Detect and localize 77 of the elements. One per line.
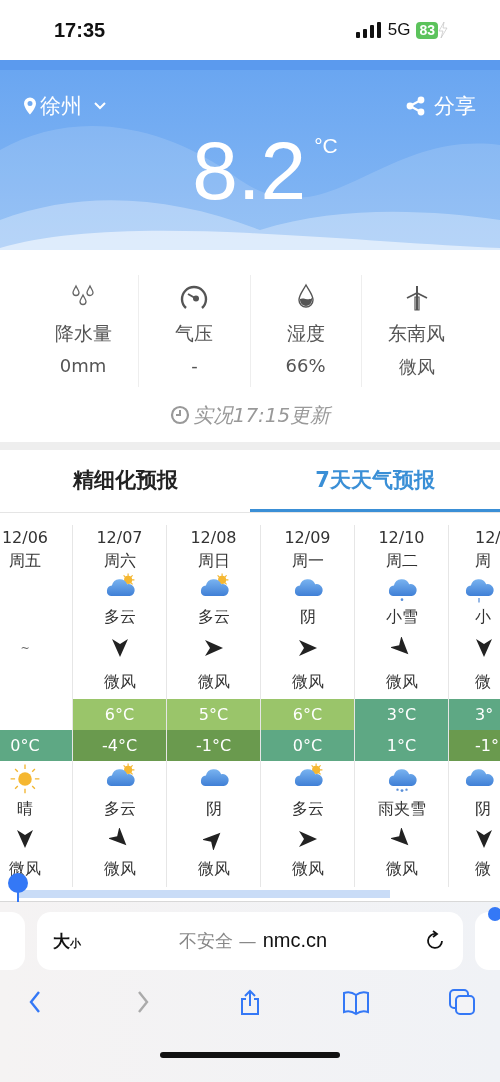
high-temperature: 6°C bbox=[261, 699, 354, 730]
weather-label: 阴 bbox=[299, 606, 316, 628]
wind-level: 微风 bbox=[197, 671, 230, 693]
share-icon[interactable] bbox=[406, 96, 426, 116]
stat-value: 微风 bbox=[398, 355, 435, 379]
wind-arrow-icon bbox=[14, 828, 36, 850]
domain-text: nmc.cn bbox=[262, 929, 328, 953]
wind-level: 微 bbox=[475, 858, 491, 880]
high-temperature: 3° bbox=[449, 699, 500, 730]
wind-level: 微风 bbox=[385, 858, 418, 880]
wind-level: 微 bbox=[475, 671, 491, 693]
next-tab-preview[interactable] bbox=[475, 912, 500, 970]
low-temperature: 1°C bbox=[355, 730, 448, 761]
forecast-weekday: 周 bbox=[475, 550, 491, 572]
weather-label: 多云 bbox=[197, 606, 230, 628]
wind-level: 微风 bbox=[385, 671, 418, 693]
low-temperature: 0°C bbox=[0, 730, 72, 761]
wind-arrow-icon bbox=[296, 828, 319, 850]
forecast-date: 12/ bbox=[475, 527, 500, 547]
forecast-weekday: 周五 bbox=[9, 550, 41, 572]
wind-level: 微风 bbox=[291, 671, 324, 693]
wind-level: 微风 bbox=[103, 858, 136, 880]
bookmarks-button[interactable] bbox=[342, 988, 370, 1016]
weather-label: 小雪 bbox=[385, 606, 418, 628]
wind-level: 微风 bbox=[197, 858, 230, 880]
weather-label: 雨夹雪 bbox=[377, 798, 426, 820]
stat-label: 湿度 bbox=[286, 321, 325, 346]
wind-arrow-icon bbox=[296, 637, 319, 659]
stat-label: 气压 bbox=[175, 321, 214, 346]
clock-icon bbox=[169, 405, 190, 425]
wind-level: 微风 bbox=[103, 671, 136, 693]
low-temperature: -4°C bbox=[73, 730, 166, 761]
forecast-date: 12/10 bbox=[378, 527, 425, 547]
high-temperature: 5°C bbox=[167, 699, 260, 730]
empty-mark: ~ bbox=[20, 641, 30, 655]
weather-label: 小 bbox=[475, 606, 491, 628]
stat-value: 66% bbox=[285, 355, 326, 376]
forecast-date: 12/09 bbox=[284, 527, 331, 547]
temperature-unit: °C bbox=[314, 134, 338, 158]
network-label: 5G bbox=[387, 20, 411, 40]
forecast-date: 12/07 bbox=[96, 527, 143, 547]
wind-arrow-icon bbox=[473, 828, 495, 850]
forecast-date: 12/08 bbox=[190, 527, 237, 547]
weather-label: 阴 bbox=[475, 798, 491, 820]
high-temperature: 3°C bbox=[355, 699, 448, 730]
stat-value: 0mm bbox=[59, 355, 107, 376]
forecast-weekday: 周二 bbox=[385, 550, 418, 572]
forecast-tab[interactable]: 精细化预报 bbox=[0, 450, 250, 512]
wind-level: 微风 bbox=[291, 858, 324, 880]
notification-dot bbox=[488, 907, 500, 921]
security-label: 不安全 — bbox=[178, 929, 257, 953]
low-temperature: 0°C bbox=[261, 730, 354, 761]
location-pin-icon bbox=[24, 97, 36, 115]
weather-label: 晴 bbox=[17, 798, 33, 820]
weather-label: 多云 bbox=[103, 798, 136, 820]
update-time-text: 实况17:15更新 bbox=[192, 401, 331, 429]
stat-value: - bbox=[191, 355, 198, 376]
forecast-weekday: 周六 bbox=[103, 550, 136, 572]
low-temperature: -1°C bbox=[167, 730, 260, 761]
stat-label: 东南风 bbox=[388, 321, 446, 346]
clock-time: 17:35 bbox=[54, 18, 106, 42]
wind-arrow-icon bbox=[473, 637, 495, 659]
wind-arrow-icon bbox=[202, 637, 225, 659]
weather-label: 多云 bbox=[103, 606, 136, 628]
temperature-value: 8.2 bbox=[192, 126, 307, 216]
forecast-weekday: 周一 bbox=[291, 550, 324, 572]
forecast-date: 12/06 bbox=[1, 527, 49, 547]
signal-icon bbox=[355, 22, 382, 38]
chevron-down-icon[interactable] bbox=[94, 102, 106, 110]
weather-label: 阴 bbox=[205, 798, 222, 820]
stat-label: 降水量 bbox=[54, 321, 112, 346]
low-temperature: -1° bbox=[449, 730, 500, 761]
forecast-weekday: 周日 bbox=[197, 550, 230, 572]
high-temperature: 6°C bbox=[73, 699, 166, 730]
battery-level: 83 bbox=[416, 21, 438, 39]
tabs-button[interactable] bbox=[448, 988, 476, 1016]
weather-label: 多云 bbox=[291, 798, 324, 820]
